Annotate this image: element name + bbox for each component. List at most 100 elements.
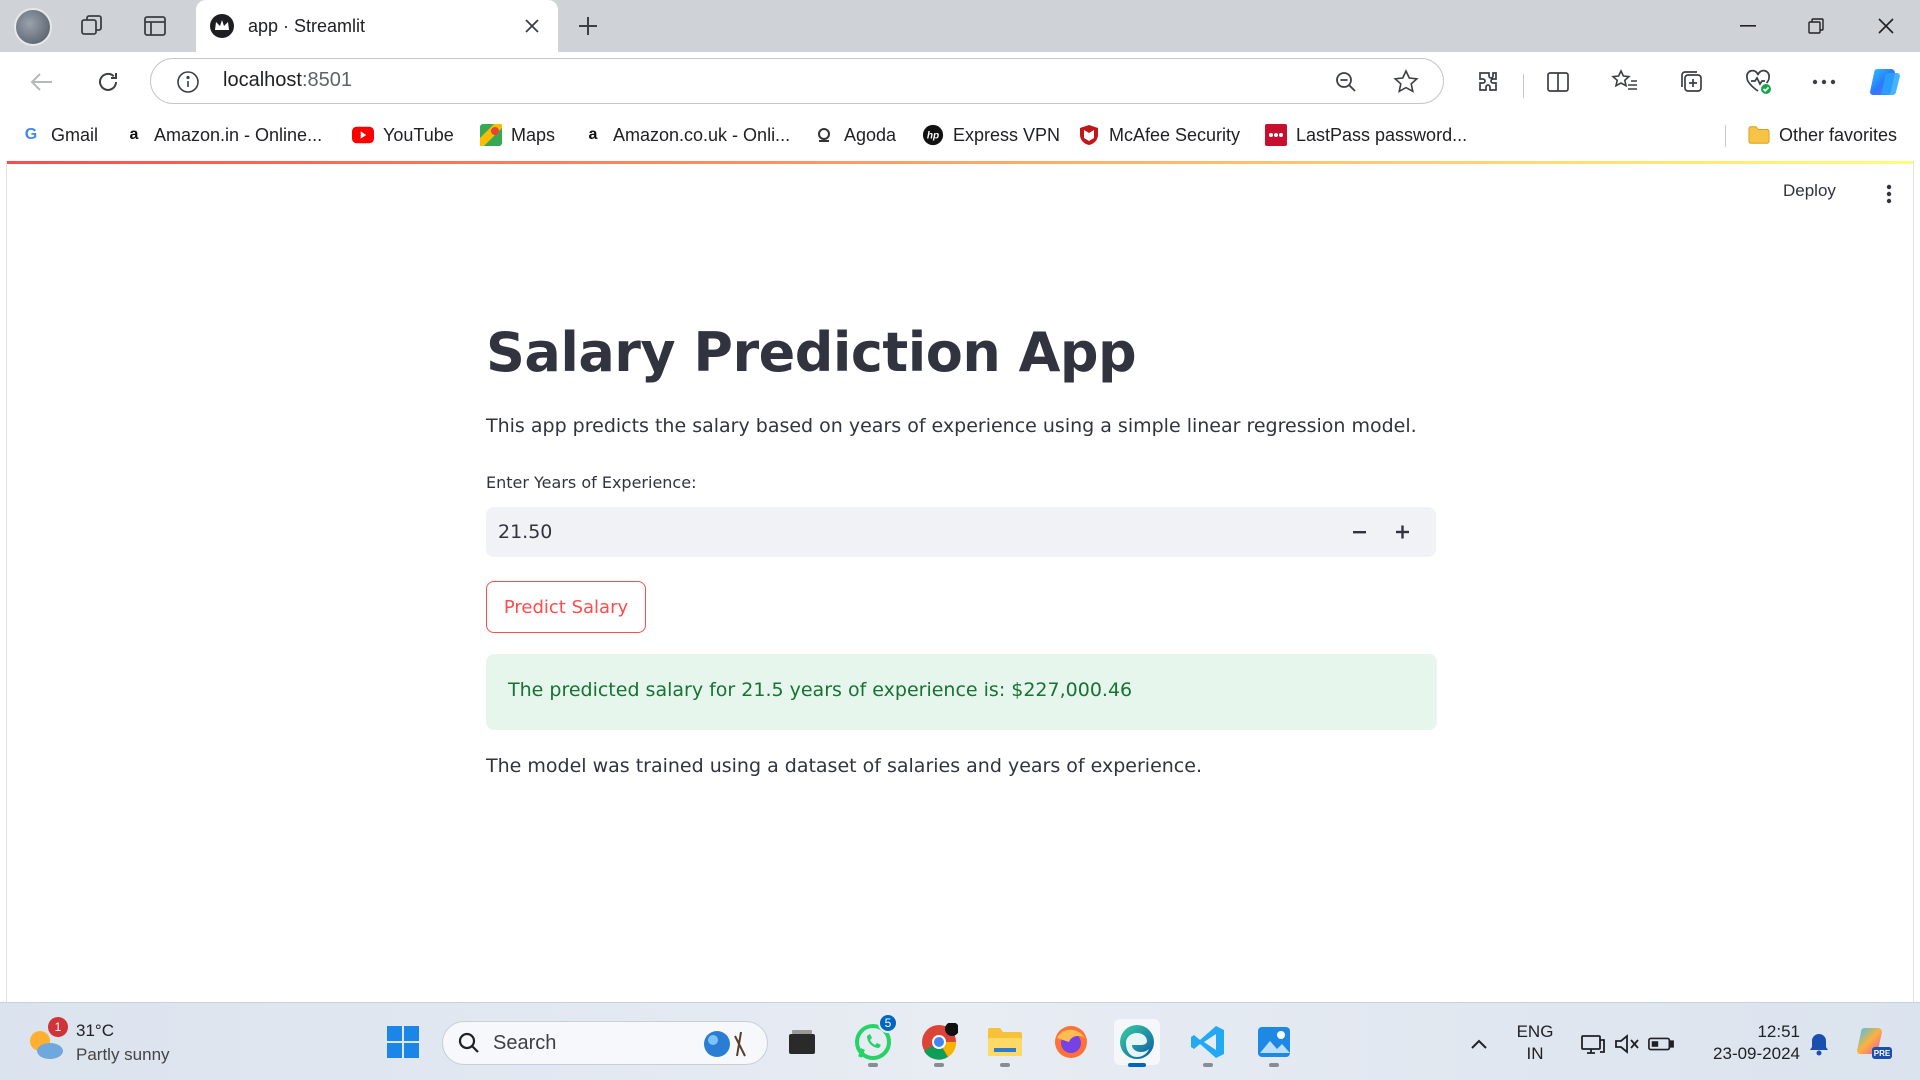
- youtube-icon: [352, 124, 374, 146]
- streamlit-crown-icon: [210, 14, 234, 38]
- browser-essentials-icon[interactable]: [1740, 64, 1776, 100]
- back-arrow-icon[interactable]: [22, 62, 62, 102]
- refresh-icon[interactable]: [88, 62, 128, 102]
- bookmark-label: Agoda: [844, 124, 897, 145]
- decrement-icon[interactable]: [1343, 515, 1377, 549]
- bookmark-youtube[interactable]: YouTube: [352, 122, 454, 148]
- favorite-star-icon[interactable]: [1391, 67, 1421, 97]
- bookmark-label: Other favorites: [1779, 124, 1898, 145]
- bookmark-maps[interactable]: Maps: [480, 122, 555, 148]
- new-tab-icon[interactable]: [570, 8, 606, 44]
- network-icon[interactable]: [1580, 1031, 1606, 1057]
- workspaces-icon[interactable]: [74, 8, 110, 44]
- show-hidden-icons-chevron-icon[interactable]: [1466, 1031, 1492, 1057]
- folder-icon: [1748, 124, 1770, 146]
- bookmark-amazon-in[interactable]: a Amazon.in - Online...: [123, 122, 323, 148]
- site-info-icon[interactable]: [173, 67, 203, 97]
- weather-desc: Partly sunny: [76, 1045, 170, 1064]
- taskbar-search[interactable]: Search: [442, 1021, 768, 1065]
- weather-widget[interactable]: 1 31°C Partly sunny: [26, 1017, 170, 1067]
- weather-temp: 31°C: [76, 1021, 114, 1040]
- edge-icon[interactable]: [1114, 1019, 1160, 1067]
- search-placeholder: Search: [493, 1031, 557, 1054]
- copilot-pre-icon[interactable]: PRE: [1856, 1025, 1892, 1061]
- copilot-icon[interactable]: [1868, 64, 1904, 100]
- search-icon: [458, 1032, 479, 1053]
- bookmark-gmail[interactable]: G Gmail: [20, 122, 98, 148]
- search-highlight-icon: [704, 1031, 746, 1057]
- prediction-result-alert: The predicted salary for 21.5 years of e…: [486, 654, 1437, 730]
- clock-date: 23-09-2024: [1713, 1044, 1800, 1063]
- chrome-icon[interactable]: [916, 1019, 962, 1067]
- decoration-bar: [7, 161, 1913, 164]
- browser-toolbar: localhost:8501: [0, 52, 1920, 109]
- profile-avatar[interactable]: [14, 8, 52, 46]
- model-note: The model was trained using a dataset of…: [486, 755, 1202, 777]
- language-indicator[interactable]: ENG IN: [1510, 1021, 1560, 1065]
- bookmark-lastpass[interactable]: LastPass password...: [1265, 122, 1467, 148]
- url-host: localhost: [223, 69, 302, 91]
- hp-icon: hp: [922, 124, 944, 146]
- windows-start-icon[interactable]: [380, 1019, 426, 1065]
- minimize-icon[interactable]: [1724, 8, 1772, 44]
- deploy-button[interactable]: Deploy: [1783, 181, 1836, 201]
- tab-actions-icon[interactable]: [137, 8, 173, 44]
- main-menu-icon[interactable]: [1879, 181, 1899, 207]
- lastpass-icon: [1265, 124, 1287, 146]
- url-port: :8501: [301, 69, 352, 91]
- whatsapp-icon[interactable]: 5: [850, 1013, 898, 1067]
- bookmark-label: Gmail: [51, 124, 99, 145]
- agoda-icon: [813, 124, 835, 146]
- language-top: ENG: [1516, 1022, 1554, 1041]
- task-view-icon[interactable]: [779, 1019, 825, 1065]
- bookmark-agoda[interactable]: Agoda: [813, 122, 896, 148]
- bookmark-amazon-uk[interactable]: a Amazon.co.uk - Onli...: [582, 122, 791, 148]
- bookmark-label: Express VPN: [953, 124, 1061, 145]
- clock-time: 12:51: [1757, 1022, 1800, 1041]
- running-indicator: [934, 1063, 944, 1067]
- bookmark-other-favorites[interactable]: Other favorites: [1748, 122, 1897, 148]
- notifications-bell-icon[interactable]: [1806, 1031, 1832, 1057]
- clock[interactable]: 12:51 23-09-2024: [1690, 1021, 1800, 1065]
- weather-badge: 1: [48, 1017, 68, 1037]
- close-tab-icon[interactable]: [518, 12, 546, 40]
- address-bar[interactable]: localhost:8501: [150, 58, 1444, 104]
- bookmark-mcafee[interactable]: McAfee Security: [1078, 122, 1240, 148]
- firefox-icon[interactable]: [1048, 1019, 1094, 1065]
- svg-text:hp: hp: [927, 131, 939, 142]
- photos-icon[interactable]: [1251, 1019, 1297, 1067]
- collections-icon[interactable]: [1674, 64, 1710, 100]
- bookmark-label: YouTube: [383, 124, 454, 145]
- experience-value[interactable]: 21.50: [498, 521, 552, 543]
- increment-icon[interactable]: [1386, 515, 1420, 549]
- favorites-list-icon[interactable]: [1607, 64, 1643, 100]
- close-window-icon[interactable]: [1862, 8, 1910, 44]
- more-options-icon[interactable]: [1806, 64, 1842, 100]
- bookmark-express-vpn[interactable]: hp Express VPN: [922, 122, 1060, 148]
- restore-icon[interactable]: [1792, 8, 1840, 44]
- toolbar-divider: [1523, 74, 1524, 98]
- zoom-out-icon[interactable]: [1331, 67, 1361, 97]
- amazon-icon: a: [129, 126, 139, 143]
- running-indicator: [1000, 1063, 1010, 1067]
- split-screen-icon[interactable]: [1540, 64, 1576, 100]
- experience-number-input[interactable]: 21.50: [486, 507, 1436, 557]
- predict-salary-button[interactable]: Predict Salary: [486, 581, 646, 633]
- prediction-result-text: The predicted salary for 21.5 years of e…: [508, 679, 1133, 701]
- bookmark-label: LastPass password...: [1296, 124, 1468, 145]
- running-indicator: [868, 1063, 878, 1067]
- bookmark-label: Amazon.co.uk - Onli...: [613, 124, 791, 145]
- tab-title: app · Streamlit: [248, 15, 366, 36]
- windows-taskbar: 1 31°C Partly sunny Search 5 ENG IN 12:5…: [0, 1002, 1920, 1080]
- battery-icon[interactable]: [1648, 1031, 1674, 1057]
- tab-streamlit-app[interactable]: app · Streamlit: [196, 0, 558, 52]
- bookmarks-bar: G Gmail a Amazon.in - Online... YouTube …: [0, 109, 1920, 161]
- running-indicator: [1269, 1063, 1279, 1067]
- active-indicator: [1128, 1063, 1146, 1067]
- extensions-icon[interactable]: [1470, 64, 1506, 100]
- streamlit-app-viewport: Deploy Salary Prediction App This app pr…: [6, 161, 1914, 1002]
- vscode-icon[interactable]: [1185, 1019, 1231, 1067]
- volume-muted-icon[interactable]: [1614, 1031, 1640, 1057]
- file-explorer-icon[interactable]: [982, 1019, 1028, 1067]
- experience-input-label: Enter Years of Experience:: [486, 473, 697, 492]
